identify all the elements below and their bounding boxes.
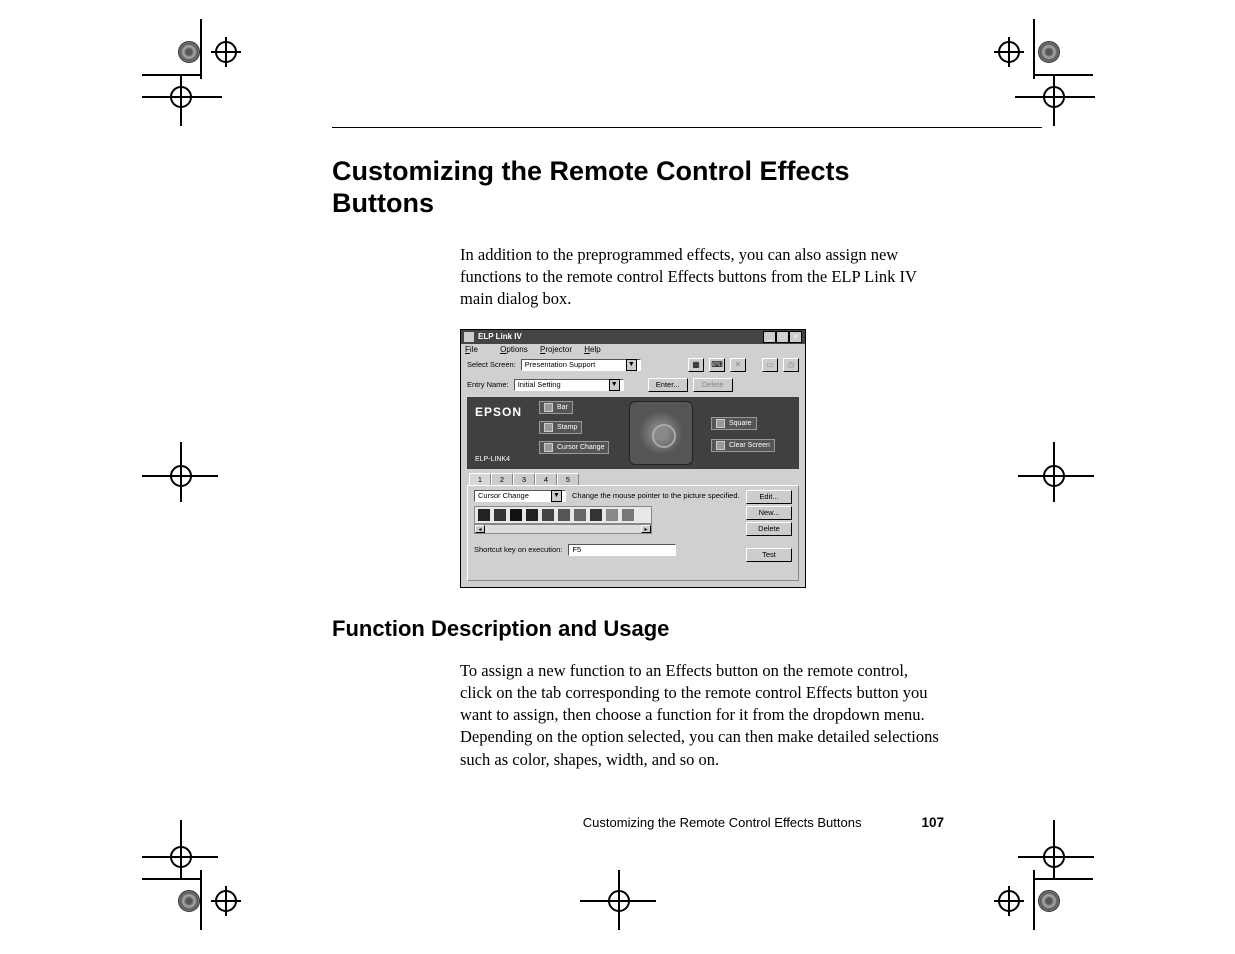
scroll-left-button[interactable]: ◂ xyxy=(475,525,485,533)
menu-options[interactable]: Options xyxy=(500,345,528,354)
cursor-option-icon[interactable] xyxy=(574,509,586,521)
entry-name-dropdown[interactable]: Initial Setting▼ xyxy=(514,379,624,391)
edit-button[interactable]: Edit... xyxy=(746,490,792,504)
menu-file[interactable]: File xyxy=(465,345,488,354)
effect-stamp[interactable]: Stamp xyxy=(539,421,582,434)
elp-link-window: ELP Link IV _ □ × File Options Projector… xyxy=(460,329,806,588)
menu-help[interactable]: Help xyxy=(584,345,600,354)
effect-clear-screen[interactable]: Clear Screen xyxy=(711,439,775,452)
brand-logo: EPSON xyxy=(475,405,522,419)
cursor-option-icon[interactable] xyxy=(478,509,490,521)
delete-entry-button: Delete xyxy=(693,378,733,392)
enter-button[interactable]: Enter... xyxy=(648,378,688,392)
page-number: 107 xyxy=(921,815,944,830)
toolbar-btn-5: ◷ xyxy=(783,358,799,372)
body-paragraph-2: To assign a new function to an Effects b… xyxy=(460,660,940,771)
window-title: ELP Link IV xyxy=(478,332,759,341)
brand-subtitle: ELP-LINK4 xyxy=(475,456,510,463)
cursor-option-icon[interactable] xyxy=(590,509,602,521)
window-titlebar[interactable]: ELP Link IV _ □ × xyxy=(461,330,805,344)
entry-name-label: Entry Name: xyxy=(467,380,509,389)
intro-paragraph: In addition to the preprogrammed effects… xyxy=(460,244,940,311)
effects-preview-area: EPSON ELP-LINK4 Bar Stamp Cursor Change … xyxy=(467,397,799,469)
page-heading: Customizing the Remote Control Effects B… xyxy=(332,155,952,220)
remote-illustration xyxy=(629,401,693,465)
cursor-option-icon[interactable] xyxy=(606,509,618,521)
toolbar-btn-3: ✕ xyxy=(730,358,746,372)
cursor-option-icon[interactable] xyxy=(542,509,554,521)
menu-projector[interactable]: Projector xyxy=(540,345,572,354)
toolbar-btn-4: ▭ xyxy=(762,358,778,372)
effects-tabs: 1 2 3 4 5 xyxy=(469,473,805,485)
footer-title: Customizing the Remote Control Effects B… xyxy=(583,815,862,830)
menubar[interactable]: File Options Projector Help xyxy=(461,344,805,355)
function-dropdown[interactable]: Cursor Change▼ xyxy=(474,490,566,502)
select-screen-label: Select Screen: xyxy=(467,360,516,369)
effect-bar[interactable]: Bar xyxy=(539,401,573,414)
tab-4[interactable]: 4 xyxy=(535,473,557,485)
effect-square[interactable]: Square xyxy=(711,417,757,430)
test-button[interactable]: Test xyxy=(746,548,792,562)
tab-5[interactable]: 5 xyxy=(557,473,579,485)
toolbar-btn-2[interactable]: ⌨ xyxy=(709,358,725,372)
shortcut-input[interactable]: F5 xyxy=(568,544,676,556)
minimize-button[interactable]: _ xyxy=(763,331,776,343)
cursor-option-icon[interactable] xyxy=(494,509,506,521)
maximize-button[interactable]: □ xyxy=(776,331,789,343)
toolbar-btn-1[interactable]: ▦ xyxy=(688,358,704,372)
tab-3[interactable]: 3 xyxy=(513,473,535,485)
select-screen-dropdown[interactable]: Presentation Support▼ xyxy=(521,359,641,371)
cursor-option-icon[interactable] xyxy=(558,509,570,521)
content-top-rule xyxy=(332,127,1042,128)
section-heading: Function Description and Usage xyxy=(332,616,952,642)
cursor-option-icon[interactable] xyxy=(526,509,538,521)
cursor-option-icon[interactable] xyxy=(622,509,634,521)
tab-1[interactable]: 1 xyxy=(469,473,491,485)
close-button[interactable]: × xyxy=(789,331,802,343)
delete-button[interactable]: Delete xyxy=(746,522,792,536)
page-footer: Customizing the Remote Control Effects B… xyxy=(332,815,944,830)
shortcut-label: Shortcut key on execution: xyxy=(474,545,562,554)
cursor-gallery-scrollbar[interactable]: ◂ ▸ xyxy=(474,524,652,534)
tab-panel: Cursor Change▼ Change the mouse pointer … xyxy=(467,485,799,581)
app-icon xyxy=(464,332,474,342)
effect-cursor-change[interactable]: Cursor Change xyxy=(539,441,609,454)
function-hint: Change the mouse pointer to the picture … xyxy=(572,491,740,500)
scroll-right-button[interactable]: ▸ xyxy=(641,525,651,533)
cursor-option-icon[interactable] xyxy=(510,509,522,521)
tab-2[interactable]: 2 xyxy=(491,473,513,485)
new-button[interactable]: New... xyxy=(746,506,792,520)
cursor-gallery[interactable] xyxy=(474,506,652,524)
